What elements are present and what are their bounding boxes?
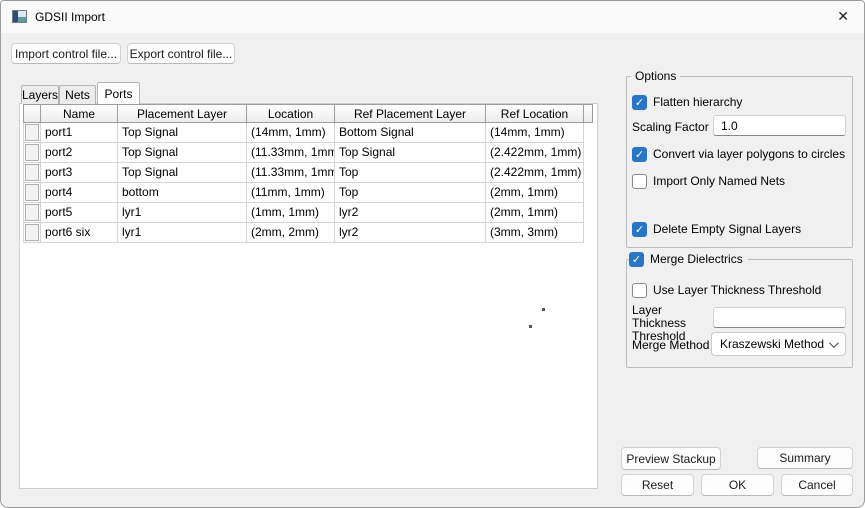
table-cell[interactable]: port4: [41, 183, 118, 203]
layer-threshold-input[interactable]: [713, 307, 846, 328]
table-cell[interactable]: Top: [335, 183, 486, 203]
table-cell[interactable]: port1: [41, 123, 118, 143]
cancel-button[interactable]: Cancel: [781, 474, 853, 496]
table-cell[interactable]: lyr1: [118, 223, 247, 243]
use-threshold-row: Use Layer Thickness Threshold: [632, 282, 821, 298]
table-cell[interactable]: port2: [41, 143, 118, 163]
table-row[interactable]: port1 Top Signal (14mm, 1mm) Bottom Signal(…: [23, 123, 593, 143]
tab-ports[interactable]: Ports: [97, 82, 140, 104]
merge-dielectrics-label: Merge Dielectrics: [650, 252, 743, 266]
delete-empty-layers-label: Delete Empty Signal Layers: [653, 222, 802, 236]
stray-dot: [542, 308, 545, 311]
column-header-location[interactable]: Location: [247, 104, 335, 123]
table-cell[interactable]: (14mm, 1mm): [247, 123, 335, 143]
convert-via-row: Convert via layer polygons to circles: [632, 146, 845, 162]
summary-button[interactable]: Summary: [757, 447, 853, 469]
export-control-file-button[interactable]: Export control file...: [127, 43, 235, 64]
table-cell[interactable]: port6 six: [41, 223, 118, 243]
header-stub: [584, 104, 593, 123]
table-cell[interactable]: (11.33mm, 1mm): [247, 143, 335, 163]
convert-via-checkbox[interactable]: [632, 146, 647, 162]
reset-button[interactable]: Reset: [621, 474, 694, 496]
import-control-file-button[interactable]: Import control file...: [11, 43, 121, 64]
table-cell[interactable]: lyr1: [118, 203, 247, 223]
gdsii-import-dialog: GDSII Import ✕ Import control file... Ex…: [0, 0, 865, 508]
scaling-factor-input[interactable]: [713, 115, 846, 136]
table-cell[interactable]: lyr2: [335, 223, 486, 243]
preview-stackup-button[interactable]: Preview Stackup: [621, 447, 721, 470]
table-cell[interactable]: (2mm, 2mm): [247, 223, 335, 243]
ports-table: Name Placement Layer Location Ref Placem…: [23, 104, 593, 243]
table-cell[interactable]: (2mm, 1mm): [486, 203, 584, 223]
header-corner: [23, 104, 41, 123]
table-cell[interactable]: Top Signal: [118, 143, 247, 163]
table-cell[interactable]: (3mm, 3mm): [486, 223, 584, 243]
table-cell[interactable]: Top Signal: [118, 163, 247, 183]
row-header[interactable]: [23, 163, 41, 183]
table-row[interactable]: port6 six lyr1 (2mm, 2mm) lyr2 (3mm, 3mm): [23, 223, 593, 243]
table-cell[interactable]: (2mm, 1mm): [486, 183, 584, 203]
row-header[interactable]: [23, 223, 41, 243]
row-header[interactable]: [23, 143, 41, 163]
import-named-nets-row: Import Only Named Nets: [632, 173, 785, 189]
ports-table-body: port1 Top Signal (14mm, 1mm) Bottom Signal(…: [23, 123, 593, 243]
delete-empty-layers-checkbox[interactable]: [632, 221, 647, 237]
use-threshold-label: Use Layer Thickness Threshold: [653, 283, 822, 297]
table-cell[interactable]: Top Signal: [118, 123, 247, 143]
window-title: GDSII Import: [35, 10, 106, 24]
column-header-placement-layer[interactable]: Placement Layer: [118, 104, 247, 123]
row-header[interactable]: [23, 123, 41, 143]
table-row[interactable]: port5 lyr1 (1mm, 1mm) lyr2 (2mm, 1mm): [23, 203, 593, 223]
row-header[interactable]: [23, 183, 41, 203]
table-cell[interactable]: port5: [41, 203, 118, 223]
options-group-title: Options: [631, 69, 681, 83]
use-threshold-checkbox[interactable]: [632, 282, 647, 298]
merge-method-label: Merge Method: [632, 338, 710, 352]
table-cell[interactable]: port3: [41, 163, 118, 183]
table-cell[interactable]: (1mm, 1mm): [247, 203, 335, 223]
flatten-hierarchy-row: Flatten hierarchy: [632, 94, 742, 110]
ok-button[interactable]: OK: [701, 474, 774, 496]
table-cell[interactable]: (14mm, 1mm): [486, 123, 584, 143]
table-cell[interactable]: (2.422mm, 1mm): [486, 143, 584, 163]
column-header-name[interactable]: Name: [41, 104, 118, 123]
merge-method-value: Kraszewski Method: [720, 337, 825, 351]
table-cell[interactable]: Bottom Signal: [335, 123, 486, 143]
table-cell[interactable]: Top: [335, 163, 486, 183]
title-bar: GDSII Import ✕: [1, 1, 864, 33]
table-row[interactable]: port4 bottom (11mm, 1mm) Top (2mm, 1mm): [23, 183, 593, 203]
table-header: Name Placement Layer Location Ref Placem…: [23, 104, 593, 123]
tab-nets[interactable]: Nets: [59, 85, 96, 104]
import-named-nets-checkbox[interactable]: [632, 173, 647, 189]
row-header[interactable]: [23, 203, 41, 223]
tab-layers[interactable]: Layers: [21, 85, 59, 104]
app-icon: [12, 10, 27, 23]
table-cell[interactable]: (11mm, 1mm): [247, 183, 335, 203]
stray-dot: [529, 325, 532, 328]
table-row[interactable]: port3 Top Signal (11.33mm, 1mm) Top (2.422mm…: [23, 163, 593, 183]
flatten-hierarchy-checkbox[interactable]: [632, 94, 647, 110]
scaling-factor-label: Scaling Factor: [632, 120, 709, 134]
table-cell[interactable]: lyr2: [335, 203, 486, 223]
table-row[interactable]: port2 Top Signal (11.33mm, 1mm) Top Signal(…: [23, 143, 593, 163]
table-cell[interactable]: bottom: [118, 183, 247, 203]
delete-empty-layers-row: Delete Empty Signal Layers: [632, 221, 801, 237]
column-header-ref-location[interactable]: Ref Location: [486, 104, 584, 123]
convert-via-label: Convert via layer polygons to circles: [653, 147, 846, 161]
table-cell[interactable]: (2.422mm, 1mm): [486, 163, 584, 183]
import-named-nets-label: Import Only Named Nets: [653, 174, 786, 188]
flatten-hierarchy-label: Flatten hierarchy: [653, 95, 743, 109]
chevron-down-icon: [828, 337, 839, 348]
merge-method-select[interactable]: Kraszewski Method: [711, 332, 846, 356]
column-header-ref-placement-layer[interactable]: Ref Placement Layer: [335, 104, 486, 123]
table-cell[interactable]: (11.33mm, 1mm): [247, 163, 335, 183]
close-icon[interactable]: ✕: [837, 8, 849, 24]
table-cell[interactable]: Top Signal: [335, 143, 486, 163]
merge-dielectrics-title-row: Merge Dielectrics: [629, 251, 748, 267]
merge-dielectrics-checkbox[interactable]: [629, 251, 644, 267]
